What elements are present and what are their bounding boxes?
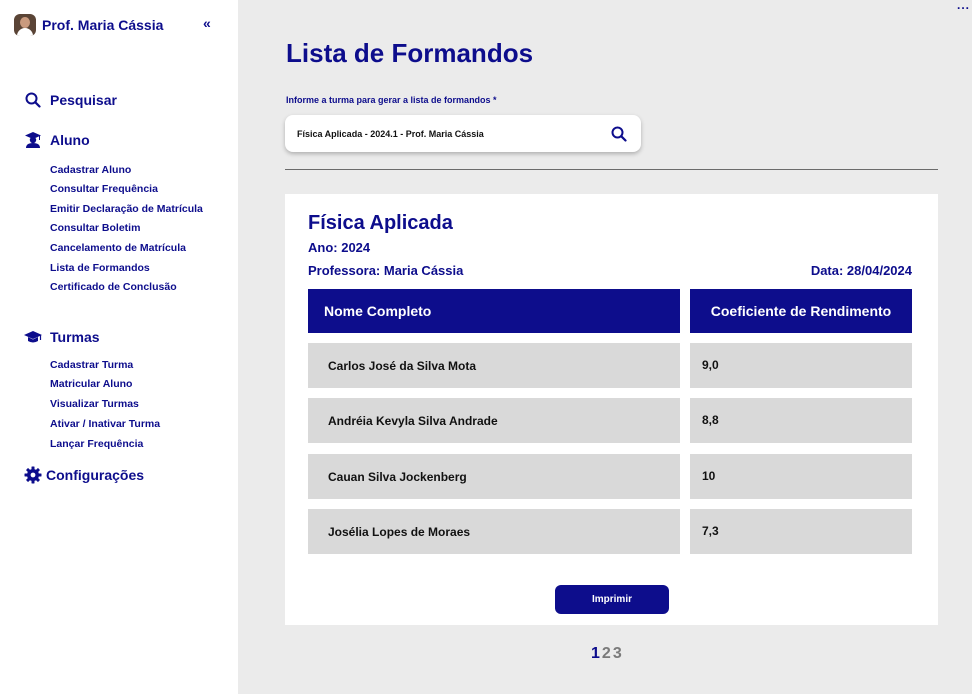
class-search-value[interactable]: Física Aplicada - 2024.1 - Prof. Maria C…	[297, 129, 609, 139]
sidebar-item-turmas[interactable]: Turmas	[24, 328, 100, 346]
course-title: Física Aplicada	[308, 212, 453, 234]
sidebar-item-configuracoes[interactable]: Configurações	[24, 466, 144, 484]
column-header-coef: Coeficiente de Rendimento	[690, 289, 912, 333]
student-icon	[24, 131, 42, 149]
table-row-name: Cauan Silva Jockenberg	[308, 454, 680, 499]
sidebar-item-label: Turmas	[50, 329, 100, 345]
sidebar-item-label: Aluno	[50, 132, 90, 148]
sidebar-subitem-consultar-boletim[interactable]: Consultar Boletim	[50, 222, 140, 234]
sidebar-item-aluno[interactable]: Aluno	[24, 131, 90, 149]
sidebar-item-search[interactable]: Pesquisar	[24, 91, 117, 109]
sidebar-subitem-lista-formandos[interactable]: Lista de Formandos	[50, 262, 150, 274]
table-row-name: Carlos José da Silva Mota	[308, 343, 680, 388]
avatar	[14, 14, 36, 36]
search-icon	[611, 126, 627, 142]
graduates-report-card: Física Aplicada Ano: 2024 Professora: Ma…	[285, 194, 938, 625]
column-header-name: Nome Completo	[308, 289, 680, 333]
gear-icon	[24, 466, 42, 484]
sidebar-subitem-matricular-aluno[interactable]: Matricular Aluno	[50, 378, 132, 390]
search-icon	[24, 91, 42, 109]
profile-name: Prof. Maria Cássia	[42, 17, 164, 33]
page-1-link[interactable]: 1	[591, 645, 600, 663]
sidebar-subitem-cancelamento-matricula[interactable]: Cancelamento de Matrícula	[50, 242, 186, 254]
sidebar-subitem-visualizar-turmas[interactable]: Visualizar Turmas	[50, 398, 139, 410]
sidebar-item-label: Pesquisar	[50, 92, 117, 108]
course-year: Ano: 2024	[308, 240, 371, 255]
sidebar-subitem-consultar-frequencia[interactable]: Consultar Frequência	[50, 183, 158, 195]
sidebar-item-label: Configurações	[46, 467, 145, 483]
report-date: Data: 28/04/2024	[810, 263, 912, 278]
table-row-name: Josélia Lopes de Moraes	[308, 509, 680, 554]
table-row-coef: 8,8	[690, 398, 912, 443]
table-row-coef: 7,3	[690, 509, 912, 554]
sidebar-subitem-lancar-frequencia[interactable]: Lançar Frequência	[50, 438, 143, 450]
table-row-coef: 9,0	[690, 343, 912, 388]
table-row-coef: 10	[690, 454, 912, 499]
search-button[interactable]	[609, 124, 629, 144]
page-3-link[interactable]: 3	[613, 645, 622, 663]
page-title: Lista de Formandos	[286, 38, 534, 68]
sidebar-subitem-cadastrar-turma[interactable]: Cadastrar Turma	[50, 359, 133, 371]
sidebar-subitem-certificado-conclusao[interactable]: Certificado de Conclusão	[50, 281, 177, 293]
sidebar: Prof. Maria Cássia « Pesquisar Aluno Cad…	[0, 0, 238, 694]
graduation-cap-icon	[24, 328, 42, 346]
class-search-input[interactable]: Física Aplicada - 2024.1 - Prof. Maria C…	[285, 115, 641, 152]
collapse-sidebar-button[interactable]: «	[203, 15, 211, 31]
divider	[285, 169, 938, 170]
sidebar-subitem-cadastrar-aluno[interactable]: Cadastrar Aluno	[50, 164, 131, 176]
table-row-name: Andréia Kevyla Silva Andrade	[308, 398, 680, 443]
user-profile[interactable]: Prof. Maria Cássia	[14, 14, 163, 36]
sidebar-subitem-ativar-inativar-turma[interactable]: Ativar / Inativar Turma	[50, 418, 160, 430]
more-options-button[interactable]: ...	[957, 0, 970, 12]
page-2-link[interactable]: 2	[602, 645, 611, 663]
sidebar-subitem-emitir-declaracao[interactable]: Emitir Declaração de Matrícula	[50, 203, 203, 215]
print-button[interactable]: Imprimir	[555, 585, 669, 614]
pagination: 1 2 3	[591, 645, 624, 663]
class-field-label: Informe a turma para gerar a lista de fo…	[286, 95, 497, 105]
course-teacher: Professora: Maria Cássia	[308, 263, 464, 278]
